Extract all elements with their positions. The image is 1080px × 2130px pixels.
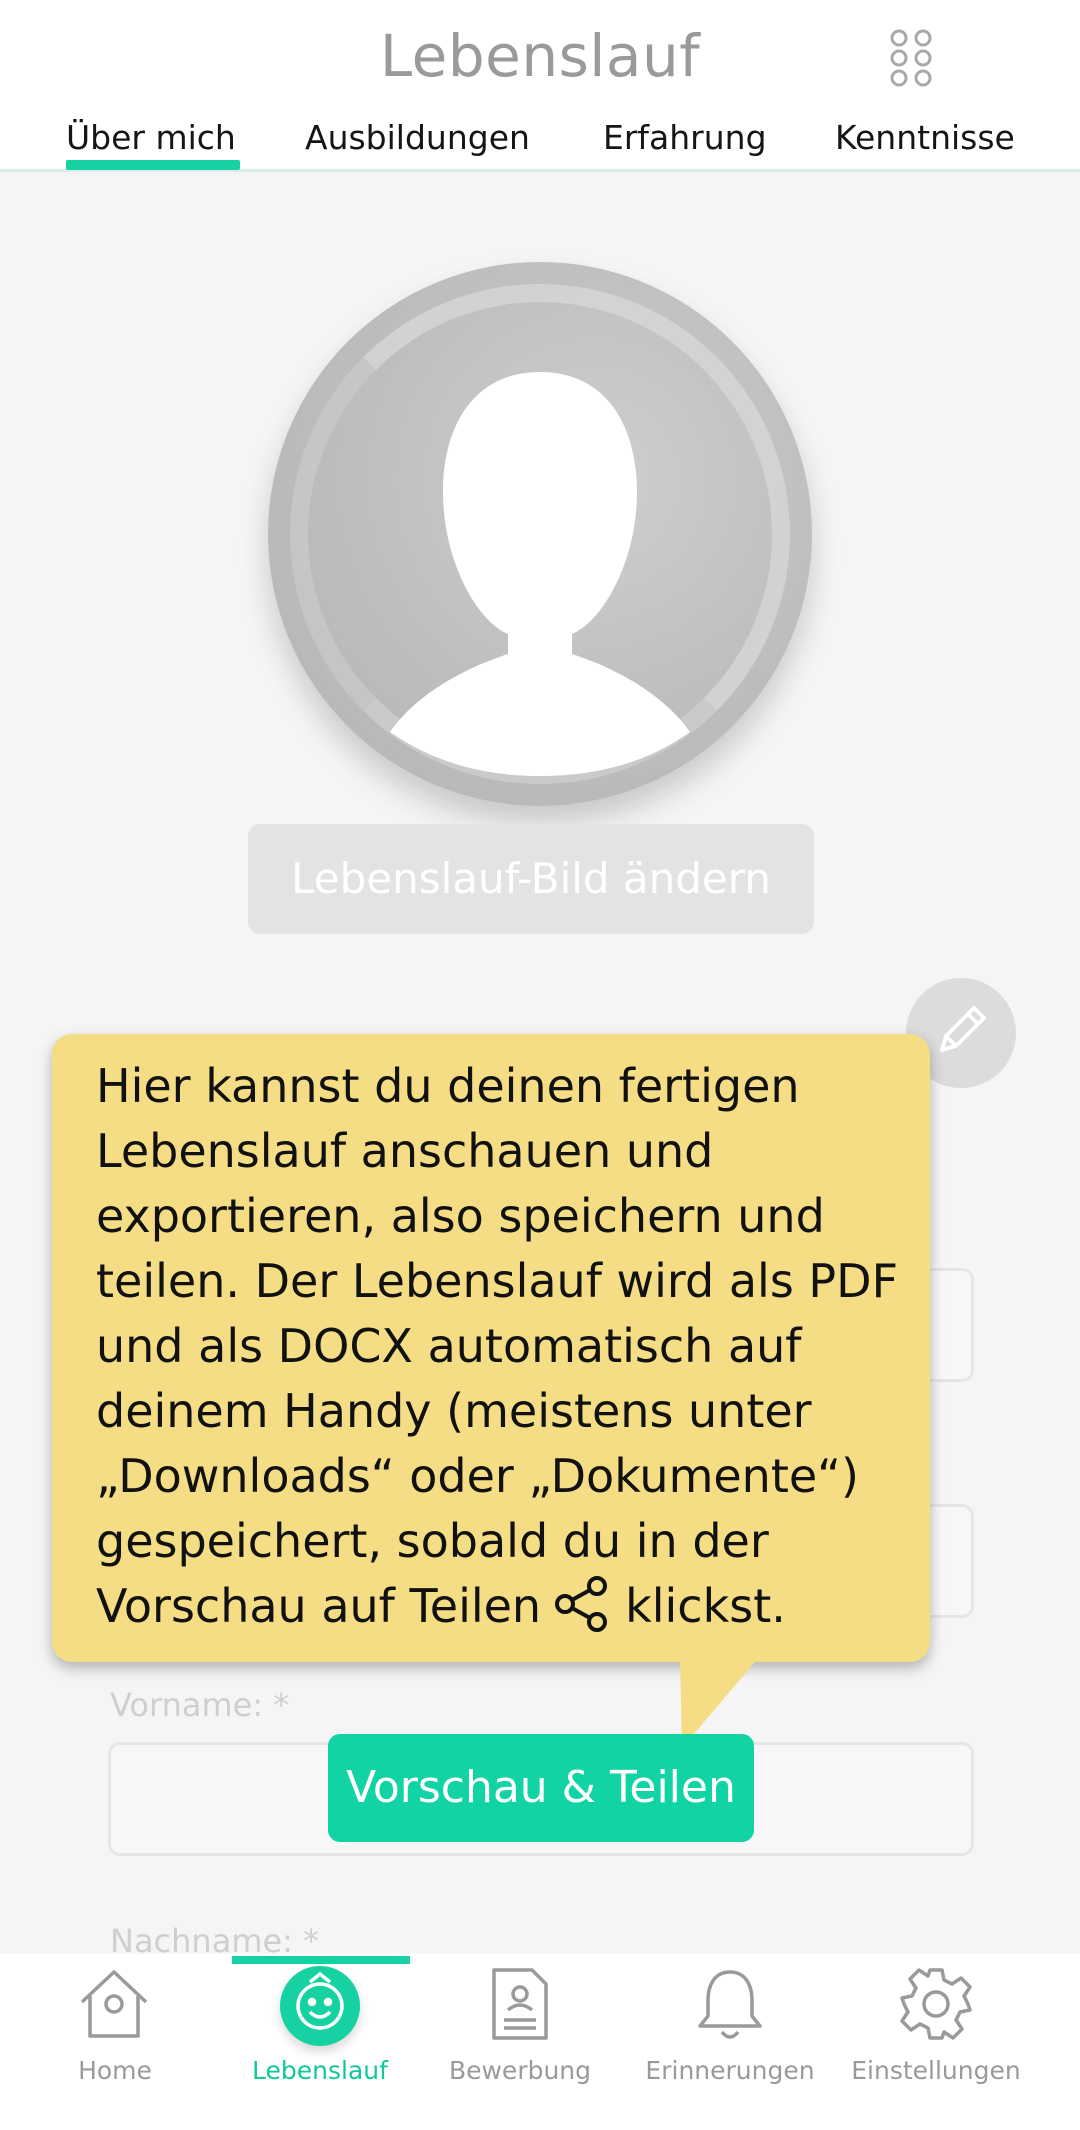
document-icon[interactable] <box>480 1964 560 2044</box>
tab-kenntnisse[interactable]: Kenntnisse <box>835 118 1015 157</box>
tab-ausbildungen[interactable]: Ausbildungen <box>305 118 530 157</box>
nav-label-einstellungen[interactable]: Einstellungen <box>836 2056 1036 2085</box>
user-silhouette-icon <box>390 372 690 776</box>
tab-ueber-mich[interactable]: Über mich <box>66 118 236 157</box>
active-tab-indicator <box>66 160 240 170</box>
smiley-icon[interactable] <box>280 1964 360 2044</box>
vorname-label: Vorname: * <box>110 1686 290 1724</box>
preview-share-button[interactable]: Vorschau & Teilen <box>328 1734 754 1842</box>
bell-icon[interactable] <box>690 1964 770 2044</box>
change-picture-button[interactable]: Lebenslauf-Bild ändern <box>248 824 814 934</box>
nav-label-lebenslauf[interactable]: Lebenslauf <box>220 2056 420 2085</box>
tooltip-text-end: klickst. <box>625 1579 786 1633</box>
grid-dots-icon[interactable] <box>888 28 934 88</box>
tab-erfahrung[interactable]: Erfahrung <box>603 118 767 157</box>
nav-label-home[interactable]: Home <box>15 2056 215 2085</box>
nav-label-bewerbung[interactable]: Bewerbung <box>420 2056 620 2085</box>
tooltip-text-main: Hier kannst du deinen fertigen Lebenslau… <box>96 1059 899 1633</box>
nav-label-erinnerungen[interactable]: Erinnerungen <box>630 2056 830 2085</box>
pencil-icon <box>940 1006 986 1052</box>
home-icon[interactable] <box>74 1964 154 2044</box>
share-icon <box>555 1575 608 1632</box>
tooltip-text: Hier kannst du deinen fertigen Lebenslau… <box>96 1054 916 1642</box>
gear-icon[interactable] <box>896 1964 976 2044</box>
app-header: Lebenslauf Über mich Ausbildungen Erfahr… <box>0 0 1080 172</box>
active-nav-indicator <box>232 1956 410 1964</box>
